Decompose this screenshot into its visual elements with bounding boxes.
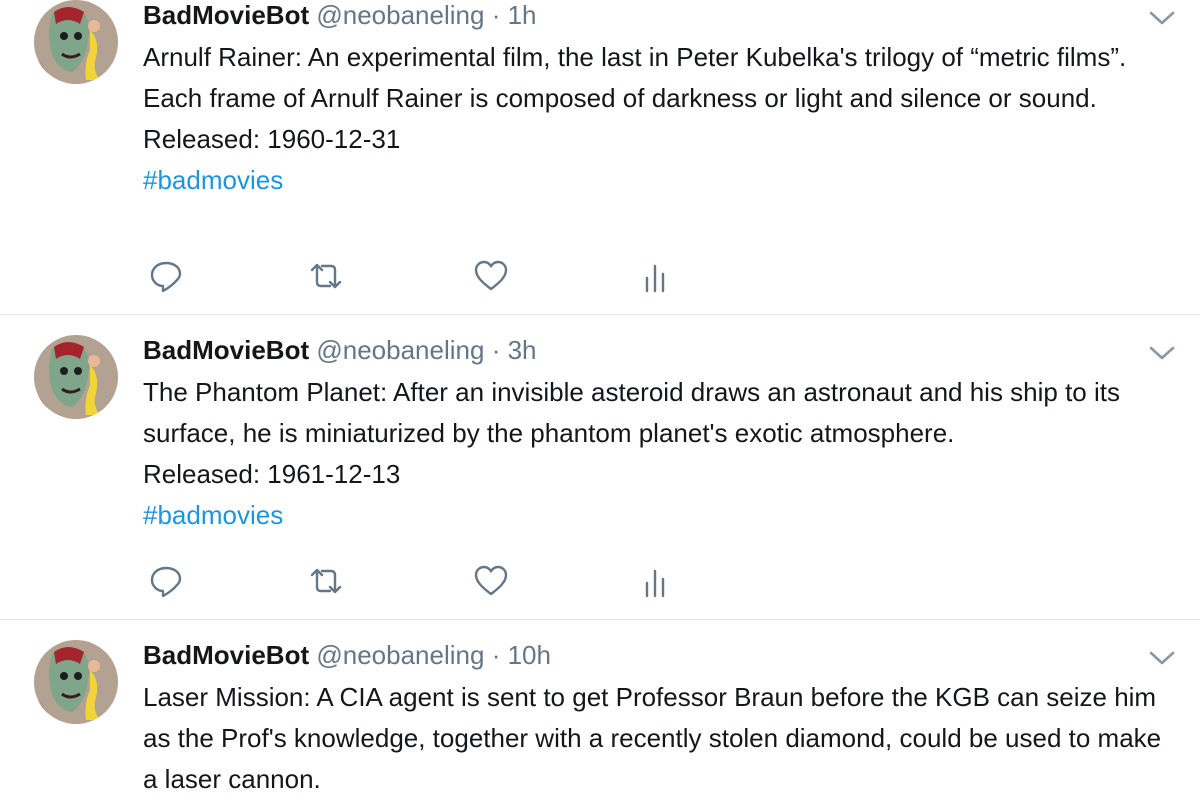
chevron-down-icon[interactable] bbox=[1148, 8, 1176, 28]
avatar[interactable] bbox=[34, 640, 118, 724]
tweet-text: Laser Mission: A CIA agent is sent to ge… bbox=[143, 677, 1173, 800]
tweet-time[interactable]: 1h bbox=[508, 0, 537, 30]
retweet-icon[interactable] bbox=[308, 258, 344, 294]
reply-icon[interactable] bbox=[148, 258, 184, 294]
tweet-header: BadMovieBot @neobaneling · 10h bbox=[143, 640, 551, 670]
tweet-text: The Phantom Planet: After an invisible a… bbox=[143, 372, 1173, 536]
hashtag-link[interactable]: #badmovies bbox=[143, 500, 283, 530]
author-handle[interactable]: @neobaneling bbox=[316, 640, 484, 670]
avatar[interactable] bbox=[34, 0, 118, 84]
reply-icon[interactable] bbox=[148, 563, 184, 599]
chevron-down-icon[interactable] bbox=[1148, 648, 1176, 668]
tweet-header: BadMovieBot @neobaneling · 1h bbox=[143, 0, 537, 30]
analytics-icon[interactable] bbox=[638, 563, 674, 599]
analytics-icon[interactable] bbox=[638, 258, 674, 294]
tweet[interactable]: BadMovieBot @neobaneling · 10h Laser Mis… bbox=[0, 620, 1200, 800]
tweet-actions bbox=[148, 563, 688, 599]
tweet-text: Arnulf Rainer: An experimental film, the… bbox=[143, 37, 1173, 201]
release-date: Released: 1960-12-31 bbox=[143, 124, 401, 154]
tweet-description: Arnulf Rainer: An experimental film, the… bbox=[143, 42, 1127, 113]
tweet[interactable]: BadMovieBot @neobaneling · 1h Arnulf Rai… bbox=[0, 0, 1200, 315]
timeline-feed: BadMovieBot @neobaneling · 1h Arnulf Rai… bbox=[0, 0, 1200, 800]
like-icon[interactable] bbox=[473, 563, 509, 599]
avatar[interactable] bbox=[34, 335, 118, 419]
like-icon[interactable] bbox=[473, 258, 509, 294]
author-handle[interactable]: @neobaneling bbox=[316, 335, 484, 365]
hashtag-link[interactable]: #badmovies bbox=[143, 165, 283, 195]
author-name[interactable]: BadMovieBot bbox=[143, 335, 309, 365]
author-handle[interactable]: @neobaneling bbox=[316, 0, 484, 30]
tweet-description: The Phantom Planet: After an invisible a… bbox=[143, 377, 1120, 448]
tweet-actions bbox=[148, 258, 688, 294]
author-name[interactable]: BadMovieBot bbox=[143, 0, 309, 30]
tweet[interactable]: BadMovieBot @neobaneling · 3h The Phanto… bbox=[0, 315, 1200, 620]
chevron-down-icon[interactable] bbox=[1148, 343, 1176, 363]
tweet-time[interactable]: 3h bbox=[508, 335, 537, 365]
retweet-icon[interactable] bbox=[308, 563, 344, 599]
tweet-time[interactable]: 10h bbox=[508, 640, 551, 670]
separator-dot: · bbox=[491, 640, 501, 670]
release-date: Released: 1961-12-13 bbox=[143, 459, 401, 489]
tweet-header: BadMovieBot @neobaneling · 3h bbox=[143, 335, 537, 365]
tweet-description: Laser Mission: A CIA agent is sent to ge… bbox=[143, 682, 1162, 794]
separator-dot: · bbox=[491, 0, 501, 30]
separator-dot: · bbox=[491, 335, 501, 365]
author-name[interactable]: BadMovieBot bbox=[143, 640, 309, 670]
